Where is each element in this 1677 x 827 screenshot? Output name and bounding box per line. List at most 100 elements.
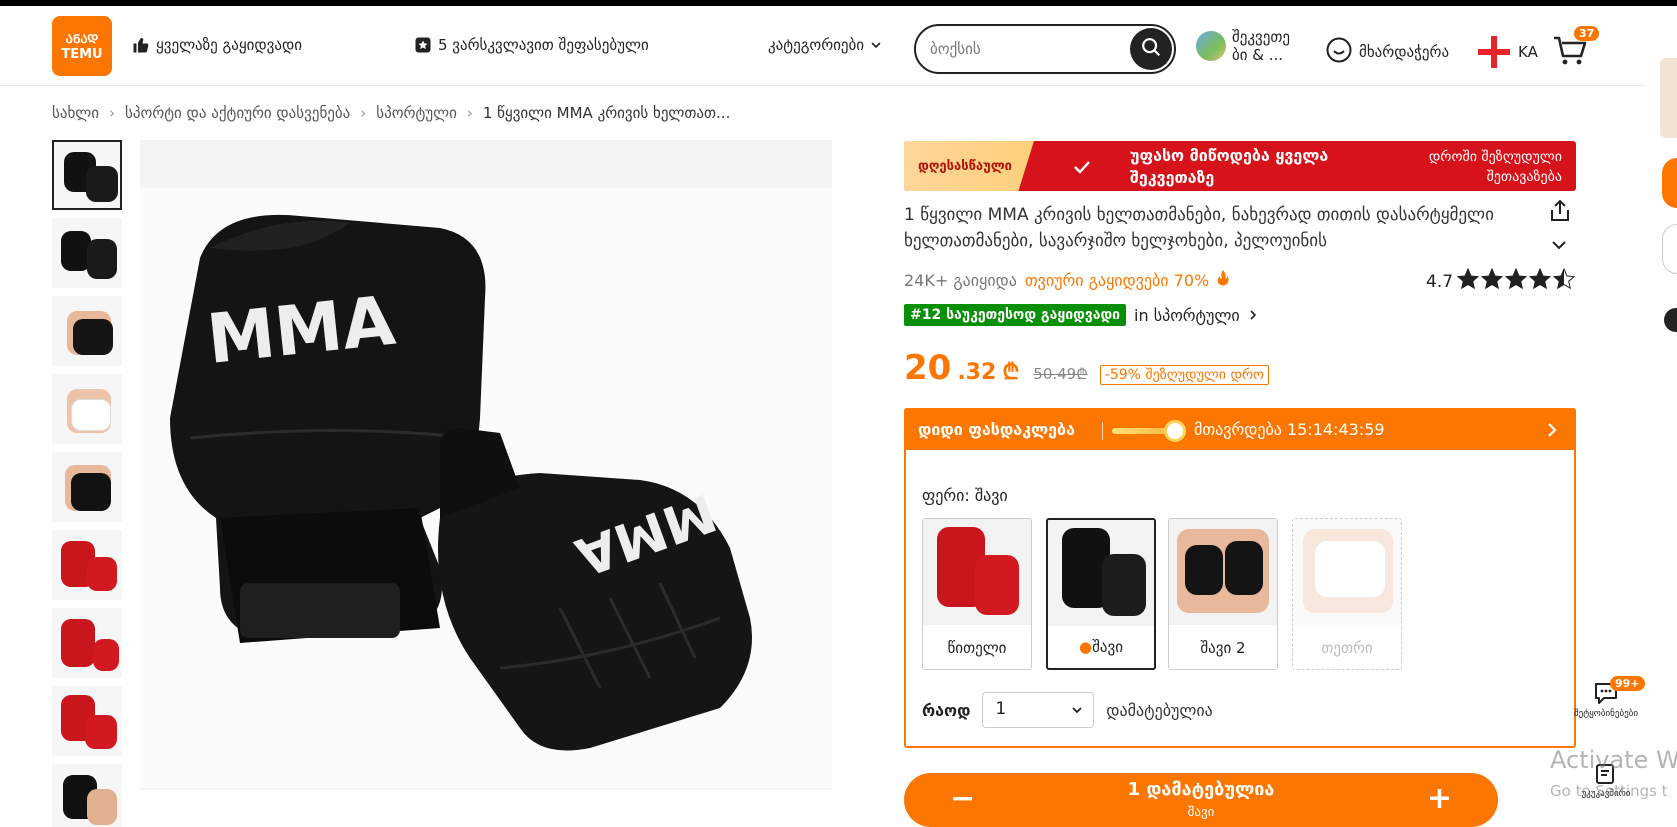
thumbnail-black-2[interactable] <box>52 218 122 288</box>
currency-symbol: ₾ <box>1002 360 1020 385</box>
thumbnail-red-2[interactable] <box>52 686 122 756</box>
search-button[interactable] <box>1130 28 1172 70</box>
thumbnail-red-1[interactable] <box>52 530 122 600</box>
messages-widget[interactable]: 99+ შეტყობინებები <box>1566 676 1646 719</box>
language-code: KA <box>1518 43 1538 61</box>
white-gloves-image <box>1293 519 1401 625</box>
sale-label: დიდი ფასდაკლება <box>918 420 1075 439</box>
windows-activation-watermark: Activate Wi <box>1550 746 1677 774</box>
edge-check-icon <box>1664 308 1677 332</box>
black-2-gloves-image <box>1169 519 1277 625</box>
main-image-canvas: MMA MMA <box>140 188 832 788</box>
product-title: 1 წყვილი MMA კრივის ხელთათმანები, ნახევრ… <box>904 205 1494 251</box>
thumbnail-black-3[interactable] <box>52 764 122 827</box>
sale-divider <box>1102 422 1103 440</box>
black-gloves-image <box>1048 520 1154 626</box>
chevron-down-icon[interactable] <box>1550 236 1568 255</box>
search-input[interactable] <box>930 36 1110 62</box>
cart-button[interactable]: 37 <box>1552 26 1600 68</box>
nav-five-star-label: 5 ვარსკვლავით შეფასებული <box>438 36 649 54</box>
support-link[interactable]: მხარდაჭერა <box>1325 36 1449 68</box>
color-option-white: თეთრი <box>1292 518 1402 670</box>
color-name-black-2: შავი 2 <box>1200 639 1246 657</box>
breadcrumb-sports[interactable]: სპორტი და აქტიური დასვენება <box>125 104 350 122</box>
quantity-label: რაოდ <box>922 700 971 720</box>
increase-quantity-button[interactable]: + <box>1427 781 1452 816</box>
star-badge-icon <box>414 36 432 54</box>
add-to-cart-button[interactable]: − 1 დამატებულია შავი + <box>904 773 1498 827</box>
color-option-black-2[interactable]: შავი 2 <box>1168 518 1278 670</box>
color-name-black: ●შავი <box>1079 638 1123 656</box>
best-seller-rank[interactable]: #12 საუკეთესოდ გაყიდვადი in სპორტული <box>904 304 1258 326</box>
thumbnail-red-size[interactable] <box>52 608 122 678</box>
chevron-right-icon[interactable] <box>1538 416 1566 444</box>
orders-label-line2: ბი & ... <box>1232 46 1284 64</box>
big-sale-panel: დიდი ფასდაკლება მთავრდება 15:14:43:59 ფე… <box>904 408 1576 748</box>
breadcrumb: სახლი › სპორტი და აქტიური დასვენება › სპ… <box>52 104 730 122</box>
color-option-red[interactable]: წითელი <box>922 518 1032 670</box>
thumbnail-hand-white[interactable] <box>52 374 122 444</box>
georgia-flag-icon <box>1478 36 1510 68</box>
rank-category: in სპორტული <box>1134 305 1240 325</box>
sales-info: 24K+ გაიყიდა თვიური გაყიდვები 70% <box>904 270 1229 290</box>
chevron-right-icon <box>1248 306 1258 325</box>
price-integer: 20 <box>904 348 952 388</box>
free-shipping-text: უფასო მიწოდება ყველა შეკვეთაზე <box>1130 146 1329 187</box>
support-label: მხარდაჭერა <box>1359 43 1450 61</box>
logo-glyphs: ᲐᲜᲐᲓ <box>65 32 99 46</box>
nav-five-star[interactable]: 5 ვარსკვლავით შეფასებული <box>414 36 649 54</box>
flame-icon: ● <box>1079 638 1093 656</box>
breadcrumb-home[interactable]: სახლი <box>52 104 99 122</box>
thumbnail-hand-black[interactable] <box>52 296 122 366</box>
nav-best-sellers-label: ყველაზე გაყიდვადი <box>156 36 303 54</box>
add-to-cart-variant: შავი <box>1187 805 1215 820</box>
orders-account[interactable]: შეკვეთე ბი & ... <box>1196 28 1290 64</box>
thumbs-up-icon <box>132 36 150 54</box>
chevron-down-icon <box>870 39 882 51</box>
site-header: ᲐᲜᲐᲓ TEMU ყველაზე გაყიდვადი 5 ვარსკვლავი… <box>0 6 1645 86</box>
share-icon[interactable] <box>1548 198 1572 228</box>
nav-categories[interactable]: კატეგორიები <box>768 36 882 54</box>
main-product-image[interactable]: MMA MMA <box>140 140 832 790</box>
rank-badge: #12 საუკეთესოდ გაყიდვადი <box>904 304 1127 326</box>
sale-header[interactable]: დიდი ფასდაკლება მთავრდება 15:14:43:59 <box>906 410 1574 450</box>
check-icon <box>1072 157 1092 181</box>
chevron-down-icon <box>1072 707 1083 714</box>
flame-icon <box>1217 270 1229 290</box>
edge-product-thumb[interactable] <box>1660 58 1677 138</box>
edge-circle-button[interactable] <box>1662 224 1677 274</box>
thumbnail-black-1[interactable] <box>52 140 122 210</box>
language-selector[interactable]: KA <box>1478 36 1538 68</box>
search-box <box>914 24 1176 74</box>
discount-badge: -59% შეზღუდული დრო <box>1099 365 1270 385</box>
free-shipping-banner[interactable]: დღესასწაული უფასო მიწოდება ყველა შეკვეთა… <box>904 141 1576 191</box>
search-icon <box>1140 36 1162 62</box>
edge-orange-button[interactable] <box>1662 158 1677 208</box>
sale-countdown: მთავრდება 15:14:43:59 <box>1194 420 1385 439</box>
mma-gloves-image: MMA MMA <box>170 214 752 751</box>
price-row: 20 .32 ₾ 50.49₾ -59% შეზღუდული დრო <box>904 348 1270 388</box>
color-label: ფერი: შავი <box>922 486 1008 505</box>
rating-value: 4.7 <box>1426 271 1454 292</box>
color-name-red: წითელი <box>947 639 1007 657</box>
cart-count-badge: 37 <box>1574 26 1600 41</box>
support-chat-icon <box>1325 36 1353 68</box>
holiday-tag: დღესასწაული <box>904 141 1034 191</box>
color-option-black[interactable]: ●შავი <box>1046 518 1156 670</box>
temu-logo[interactable]: ᲐᲜᲐᲓ TEMU <box>52 16 112 76</box>
quantity-value: 1 <box>995 699 1007 719</box>
avatar <box>1196 31 1226 61</box>
quantity-added-note: დამატებულია <box>1106 700 1213 720</box>
add-to-cart-label: 1 დამატებულია <box>1127 779 1275 800</box>
thumbnail-hand-black-2[interactable] <box>52 452 122 522</box>
breadcrumb-sport-category[interactable]: სპორტული <box>376 104 457 122</box>
nav-best-sellers[interactable]: ყველაზე გაყიდვადი <box>132 36 302 54</box>
star-rating-icon <box>1456 267 1577 295</box>
quantity-select[interactable]: 1 <box>982 692 1095 728</box>
limited-offer-text: დროში შეზღუდული შეთავაზება <box>1428 149 1562 185</box>
sold-count: 24K+ გაიყიდა <box>904 270 1017 290</box>
rating[interactable]: 4.7 <box>1426 267 1577 295</box>
windows-activation-hint: Go to Settings t <box>1550 782 1668 800</box>
color-name-white: თეთრი <box>1321 639 1373 657</box>
old-price: 50.49₾ <box>1033 365 1088 383</box>
